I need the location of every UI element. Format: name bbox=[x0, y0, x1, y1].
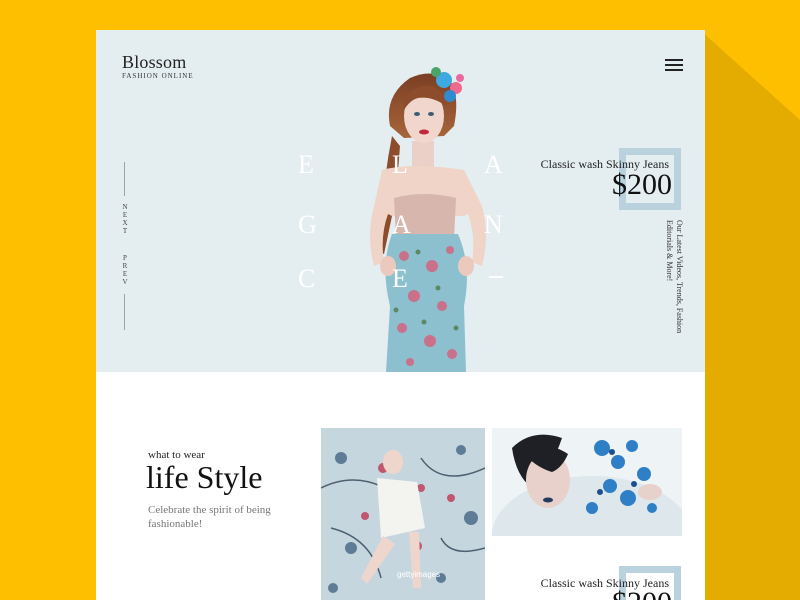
gallery-photo-1[interactable]: gettyimages bbox=[321, 428, 485, 600]
web-page: Blossom FASHION ONLINE NEXT PREV E L A G… bbox=[96, 30, 705, 600]
gallery-photo-2[interactable] bbox=[492, 428, 682, 536]
product-price-2: $200 bbox=[586, 586, 672, 600]
lifestyle-title: life Style bbox=[146, 459, 263, 495]
lifestyle-description: Celebrate the spirit of being fashionabl… bbox=[148, 504, 271, 530]
watermark: gettyimages bbox=[397, 570, 441, 579]
page-shadow bbox=[700, 30, 800, 600]
